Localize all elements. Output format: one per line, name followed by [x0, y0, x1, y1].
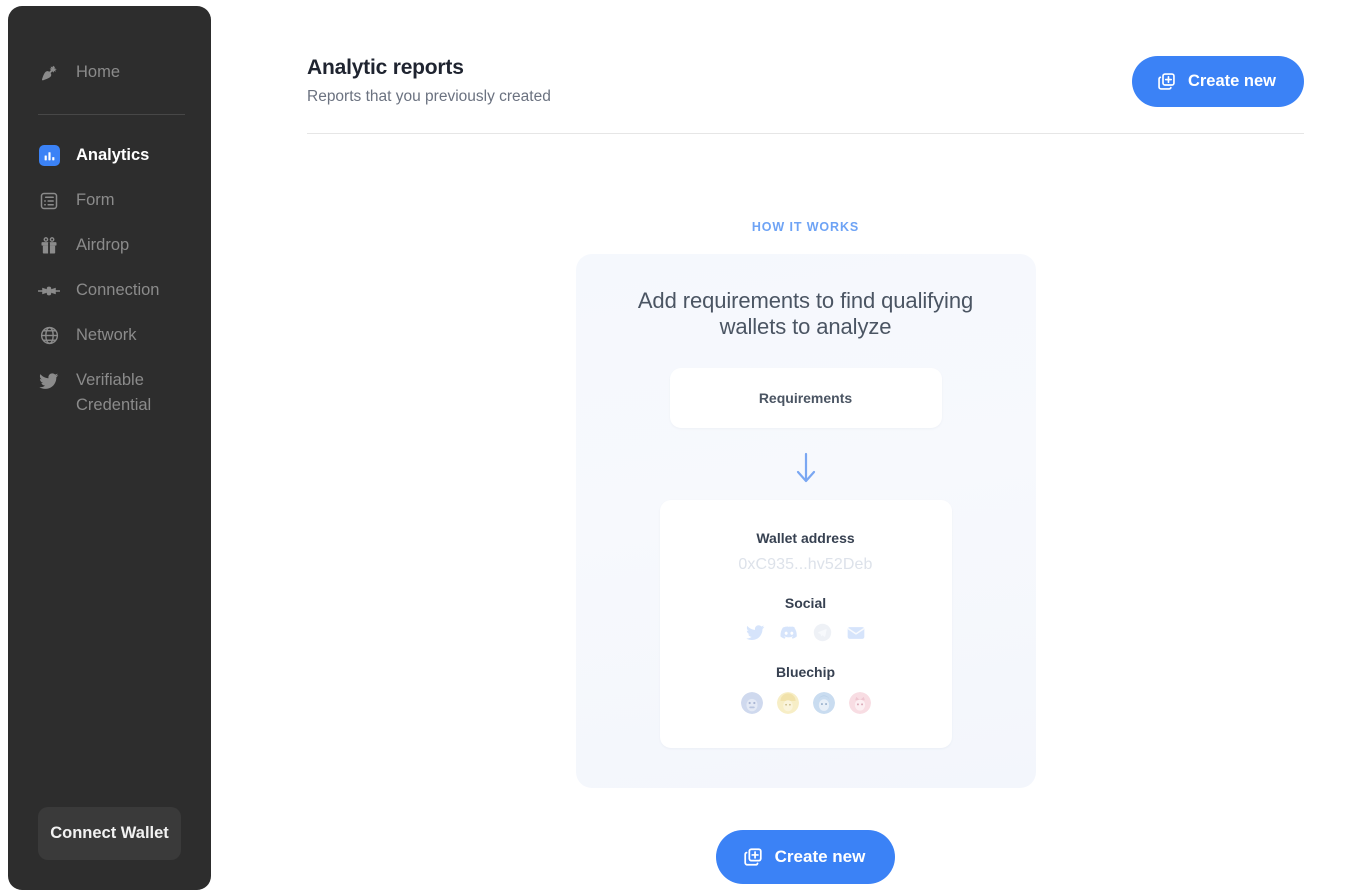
how-it-works-eyebrow: HOW IT WORKS: [751, 220, 860, 234]
connect-wallet-button[interactable]: Connect Wallet: [38, 807, 181, 860]
sidebar-divider: [38, 114, 185, 115]
duplicate-plus-icon: [742, 846, 764, 868]
carrot-icon: [38, 60, 60, 85]
sidebar: Home Analytics Form Airdrop Connection N…: [8, 6, 211, 890]
main-content: Analytic reports Reports that you previo…: [211, 0, 1372, 896]
create-new-button-top[interactable]: Create new: [1131, 56, 1304, 107]
social-label: Social: [784, 594, 827, 611]
sidebar-item-label: Home: [76, 63, 121, 81]
wallet-address-value: 0xC935...hv52Deb: [738, 555, 873, 573]
sidebar-item-form[interactable]: Form: [8, 178, 211, 223]
telegram-icon: [813, 623, 832, 642]
page-header-text: Analytic reports Reports that you previo…: [307, 56, 551, 106]
sidebar-item-label: Form: [76, 191, 115, 209]
app-root: Home Analytics Form Airdrop Connection N…: [0, 0, 1372, 896]
nft-avatar-3: [812, 691, 835, 714]
how-it-works-card: Add requirements to find qualifying wall…: [575, 254, 1036, 788]
gift-icon: [38, 233, 60, 258]
how-it-works-heading: Add requirements to find qualifying wall…: [637, 288, 974, 340]
bluechip-label: Bluechip: [775, 663, 836, 680]
nft-avatar-1: [740, 691, 763, 714]
sidebar-item-label: Verifiable Credential: [76, 371, 152, 414]
social-icon-row: [745, 623, 866, 643]
how-it-works-section: HOW IT WORKS Add requirements to find qu…: [307, 220, 1304, 884]
sidebar-item-label: Connection: [76, 281, 160, 299]
requirements-box[interactable]: Requirements: [669, 367, 942, 428]
page-title: Analytic reports: [307, 56, 464, 79]
sidebar-item-verifiable-credential[interactable]: Verifiable Credential: [8, 358, 211, 428]
sidebar-item-network[interactable]: Network: [8, 313, 211, 358]
discord-icon: [779, 623, 799, 643]
sidebar-item-home[interactable]: Home: [8, 50, 211, 95]
bluechip-icon-row: [740, 691, 871, 714]
bar-chart-icon: [38, 143, 60, 168]
create-new-button-bottom[interactable]: Create new: [715, 829, 896, 884]
page-header: Analytic reports Reports that you previo…: [307, 56, 1304, 134]
email-icon: [846, 623, 866, 643]
sidebar-item-analytics[interactable]: Analytics: [8, 133, 211, 178]
nft-avatar-2: [776, 691, 799, 714]
sidebar-item-label: Airdrop: [76, 236, 130, 254]
twitter-bird-icon: [38, 368, 60, 393]
duplicate-plus-icon: [1156, 71, 1177, 92]
plug-connection-icon: [38, 278, 60, 303]
create-new-label: Create new: [774, 846, 866, 866]
twitter-icon: [745, 623, 765, 642]
sidebar-item-connection[interactable]: Connection: [8, 268, 211, 313]
globe-icon: [38, 323, 60, 348]
nft-avatar-4: [848, 691, 871, 714]
sidebar-item-label: Analytics: [76, 146, 150, 164]
sidebar-item-label: Network: [76, 326, 137, 344]
wallet-preview-box: Wallet address 0xC935...hv52Deb Social B…: [659, 499, 952, 748]
wallet-address-label: Wallet address: [756, 529, 855, 546]
form-list-icon: [38, 188, 60, 213]
arrow-down-icon: [793, 450, 819, 486]
page-subtitle: Reports that you previously created: [307, 88, 551, 105]
sidebar-item-airdrop[interactable]: Airdrop: [8, 223, 211, 268]
create-new-label: Create new: [1187, 72, 1276, 90]
bottom-create-wrapper: Create new: [715, 829, 896, 884]
